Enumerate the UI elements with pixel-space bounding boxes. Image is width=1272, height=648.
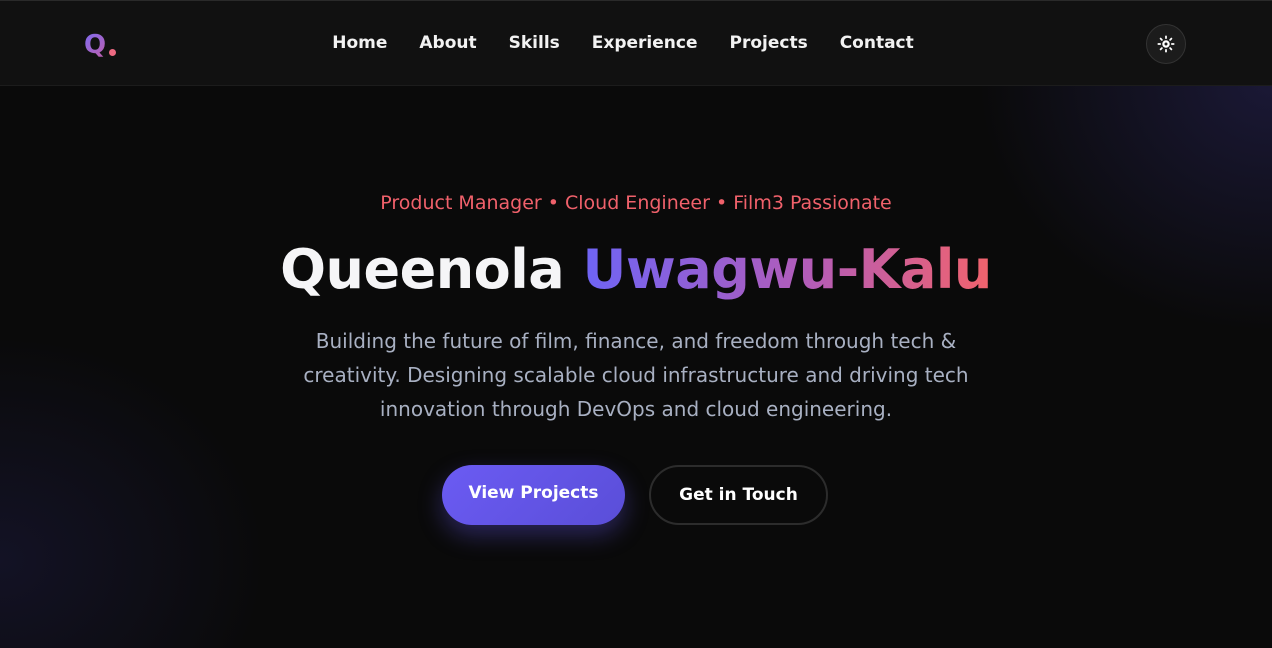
hero-roles: Product Manager • Cloud Engineer • Film3…	[380, 192, 892, 214]
page-background: Q Home About Skills Experience Projects …	[0, 0, 1272, 648]
nav-link-about[interactable]: About	[419, 31, 476, 55]
nav-links: Home About Skills Experience Projects Co…	[0, 31, 1272, 55]
theme-toggle-button[interactable]	[1146, 24, 1186, 64]
hero-name: Queenola Uwagwu-Kalu	[0, 234, 1272, 306]
hero-first-name: Queenola	[280, 238, 565, 301]
hero-intro: Building the future of film, finance, an…	[303, 329, 969, 421]
nav-link-contact[interactable]: Contact	[840, 31, 914, 55]
nav-link-experience[interactable]: Experience	[592, 31, 698, 55]
get-in-touch-button[interactable]: Get in Touch	[649, 465, 828, 525]
view-projects-button[interactable]: View Projects	[442, 465, 625, 525]
hero-section: Product Manager • Cloud Engineer • Film3…	[0, 86, 1272, 648]
nav-link-skills[interactable]: Skills	[509, 31, 560, 55]
sun-icon	[1157, 35, 1175, 53]
nav-link-home[interactable]: Home	[332, 31, 387, 55]
hero-last-name: Uwagwu-Kalu	[582, 238, 993, 301]
navbar: Q Home About Skills Experience Projects …	[0, 0, 1272, 86]
nav-link-projects[interactable]: Projects	[730, 31, 808, 55]
